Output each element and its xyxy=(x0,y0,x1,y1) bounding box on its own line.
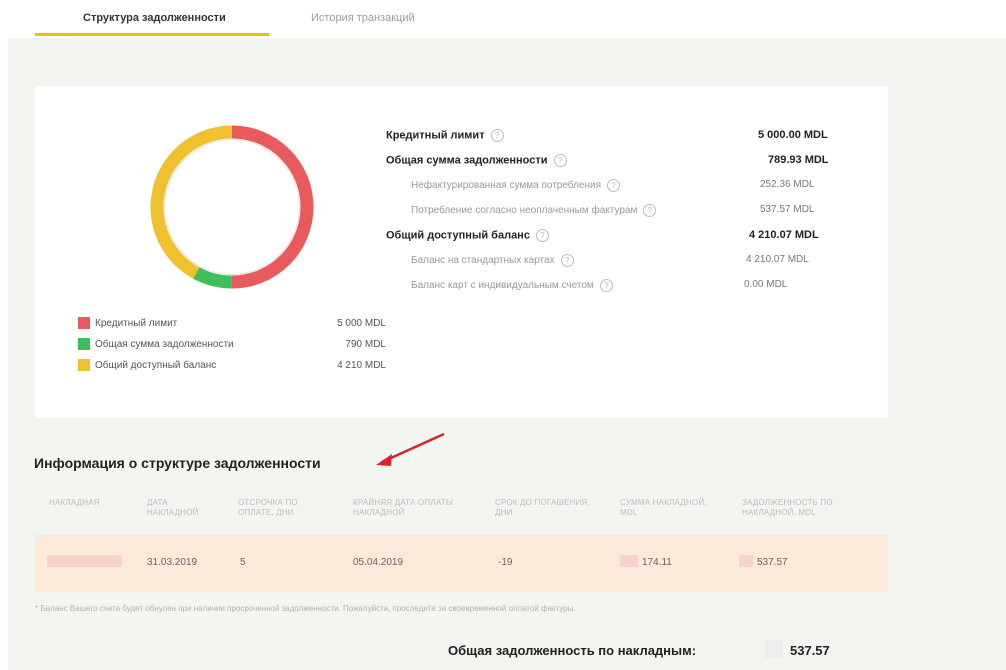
tab-bar: Структура задолженности История транзакц… xyxy=(0,0,1006,38)
summary-value: 789.93 MDL xyxy=(768,154,829,166)
summary-label-text: Баланс карт с индивидуальным счетом xyxy=(411,280,594,292)
total-value: 537.57 xyxy=(790,643,830,658)
legend-swatch-yellow xyxy=(78,359,90,371)
tab-transaction-history[interactable]: История транзакций xyxy=(311,12,415,24)
summary-value: 252.36 MDL xyxy=(760,179,815,190)
summary-row-credit-limit: Кредитный лимит? 5 000.00 MDL xyxy=(386,124,846,149)
th-debt[interactable]: ЗАДОЛЖЕННОСТЬ ПО НАКЛАДНОЙ, MDL xyxy=(742,498,862,518)
summary-label: Нефактурированная сумма потребления? xyxy=(386,179,620,192)
legend-value: 4 210 MDL xyxy=(337,360,386,371)
help-icon[interactable]: ? xyxy=(607,179,620,192)
summary-label: Баланс на стандартных картах? xyxy=(386,254,574,267)
debt-donut-chart xyxy=(150,125,314,289)
summary-label-text: Баланс на стандартных картах xyxy=(411,255,555,267)
legend-item-available-balance: Общий доступный баланс 4 210 MDL xyxy=(78,358,398,379)
legend-label: Общий доступный баланс xyxy=(95,360,217,371)
summary-label-text: Нефактурированная сумма потребления xyxy=(411,180,601,192)
help-icon[interactable]: ? xyxy=(643,204,657,217)
red-arrow-annotation xyxy=(376,432,445,466)
summary-row-unpaid-invoices: Потребление согласно неоплаченным фактур… xyxy=(386,199,846,224)
cell-date: 31.03.2019 xyxy=(147,557,198,568)
summary-value: 4 210.07 MDL xyxy=(749,229,819,241)
legend-value: 790 MDL xyxy=(345,339,386,350)
summary-row-standard-cards: Баланс на стандартных картах? 4 210.07 M… xyxy=(386,249,846,274)
legend-label: Общая сумма задолженности xyxy=(95,339,234,350)
help-icon[interactable]: ? xyxy=(490,129,504,142)
footnote: * Баланс Вашего счета будет обнулен при … xyxy=(35,604,576,613)
cell-due-date: 05.04.2019 xyxy=(353,557,404,568)
th-deferral[interactable]: ОТСРОЧКА ПО ОПЛАТЕ, ДНИ xyxy=(238,498,330,518)
summary-value: 537.57 MDL xyxy=(760,204,815,215)
donut-center xyxy=(164,139,300,275)
summary-label: Кредитный лимит? xyxy=(386,129,504,142)
summary-label: Общая сумма задолженности? xyxy=(386,154,567,167)
help-icon[interactable]: ? xyxy=(599,279,613,292)
section-title: Информация о структуре задолженности xyxy=(34,455,321,471)
help-icon[interactable]: ? xyxy=(553,154,567,167)
active-tab-indicator xyxy=(35,33,269,36)
th-days-left[interactable]: СРОК ДО ПОГАШЕНИЯ, ДНИ xyxy=(495,498,595,518)
summary-row-total-debt: Общая сумма задолженности? 789.93 MDL xyxy=(386,149,846,174)
summary-row-individual-cards: Баланс карт с индивидуальным счетом? 0.0… xyxy=(386,274,846,299)
help-icon[interactable]: ? xyxy=(535,229,549,242)
th-invoice[interactable]: НАКЛАДНАЯ xyxy=(49,498,129,508)
tab-debt-structure[interactable]: Структура задолженности xyxy=(83,12,226,24)
summary-row-unbilled: Нефактурированная сумма потребления? 252… xyxy=(386,174,846,199)
cell-days-left: -19 xyxy=(498,557,513,568)
summary-list: Кредитный лимит? 5 000.00 MDL Общая сумм… xyxy=(386,124,846,299)
cell-debt: 537.57 xyxy=(757,557,788,568)
summary-label: Потребление согласно неоплаченным фактур… xyxy=(386,204,657,217)
total-label: Общая задолженность по накладным: xyxy=(448,643,697,658)
table-row[interactable]: 31.03.2019 5 05.04.2019 -19 174.11 537.5… xyxy=(35,535,888,592)
total-currency-redacted xyxy=(765,640,783,658)
summary-label-text: Общая сумма задолженности xyxy=(386,154,548,167)
summary-value: 5 000.00 MDL xyxy=(758,129,828,141)
cell-deferral: 5 xyxy=(240,557,246,568)
th-invoice-date[interactable]: ДАТА НАКЛАДНОЙ xyxy=(147,498,219,518)
summary-label-text: Потребление согласно неоплаченным фактур… xyxy=(411,205,638,217)
summary-value: 4 210.07 MDL xyxy=(746,254,809,265)
invoice-number-redacted xyxy=(47,555,122,567)
table-header: НАКЛАДНАЯ ДАТА НАКЛАДНОЙ ОТСРОЧКА ПО ОПЛ… xyxy=(35,498,895,532)
currency-redacted xyxy=(739,555,753,567)
summary-label: Общий доступный баланс? xyxy=(386,229,549,242)
legend-item-total-debt: Общая сумма задолженности 790 MDL xyxy=(78,337,398,358)
th-due-date[interactable]: КРАЙНЯЯ ДАТА ОПЛАТЫ НАКЛАДНОЙ xyxy=(353,498,465,518)
legend-label: Кредитный лимит xyxy=(95,318,178,329)
summary-value: 0.00 MDL xyxy=(744,279,788,290)
legend-swatch-red xyxy=(78,317,90,329)
legend-swatch-green xyxy=(78,338,90,350)
th-amount[interactable]: СУММА НАКЛАДНОЙ, MDL xyxy=(620,498,720,518)
currency-redacted xyxy=(620,555,638,567)
legend-item-credit-limit: Кредитный лимит 5 000 MDL xyxy=(78,316,398,337)
summary-row-available-balance: Общий доступный баланс? 4 210.07 MDL xyxy=(386,224,846,249)
chart-legend: Кредитный лимит 5 000 MDL Общая сумма за… xyxy=(78,316,398,379)
legend-value: 5 000 MDL xyxy=(337,318,386,329)
help-icon[interactable]: ? xyxy=(560,254,574,267)
summary-label: Баланс карт с индивидуальным счетом? xyxy=(386,279,613,292)
summary-label-text: Общий доступный баланс xyxy=(386,229,530,242)
cell-amount: 174.11 xyxy=(642,557,672,568)
summary-label-text: Кредитный лимит xyxy=(386,129,485,142)
